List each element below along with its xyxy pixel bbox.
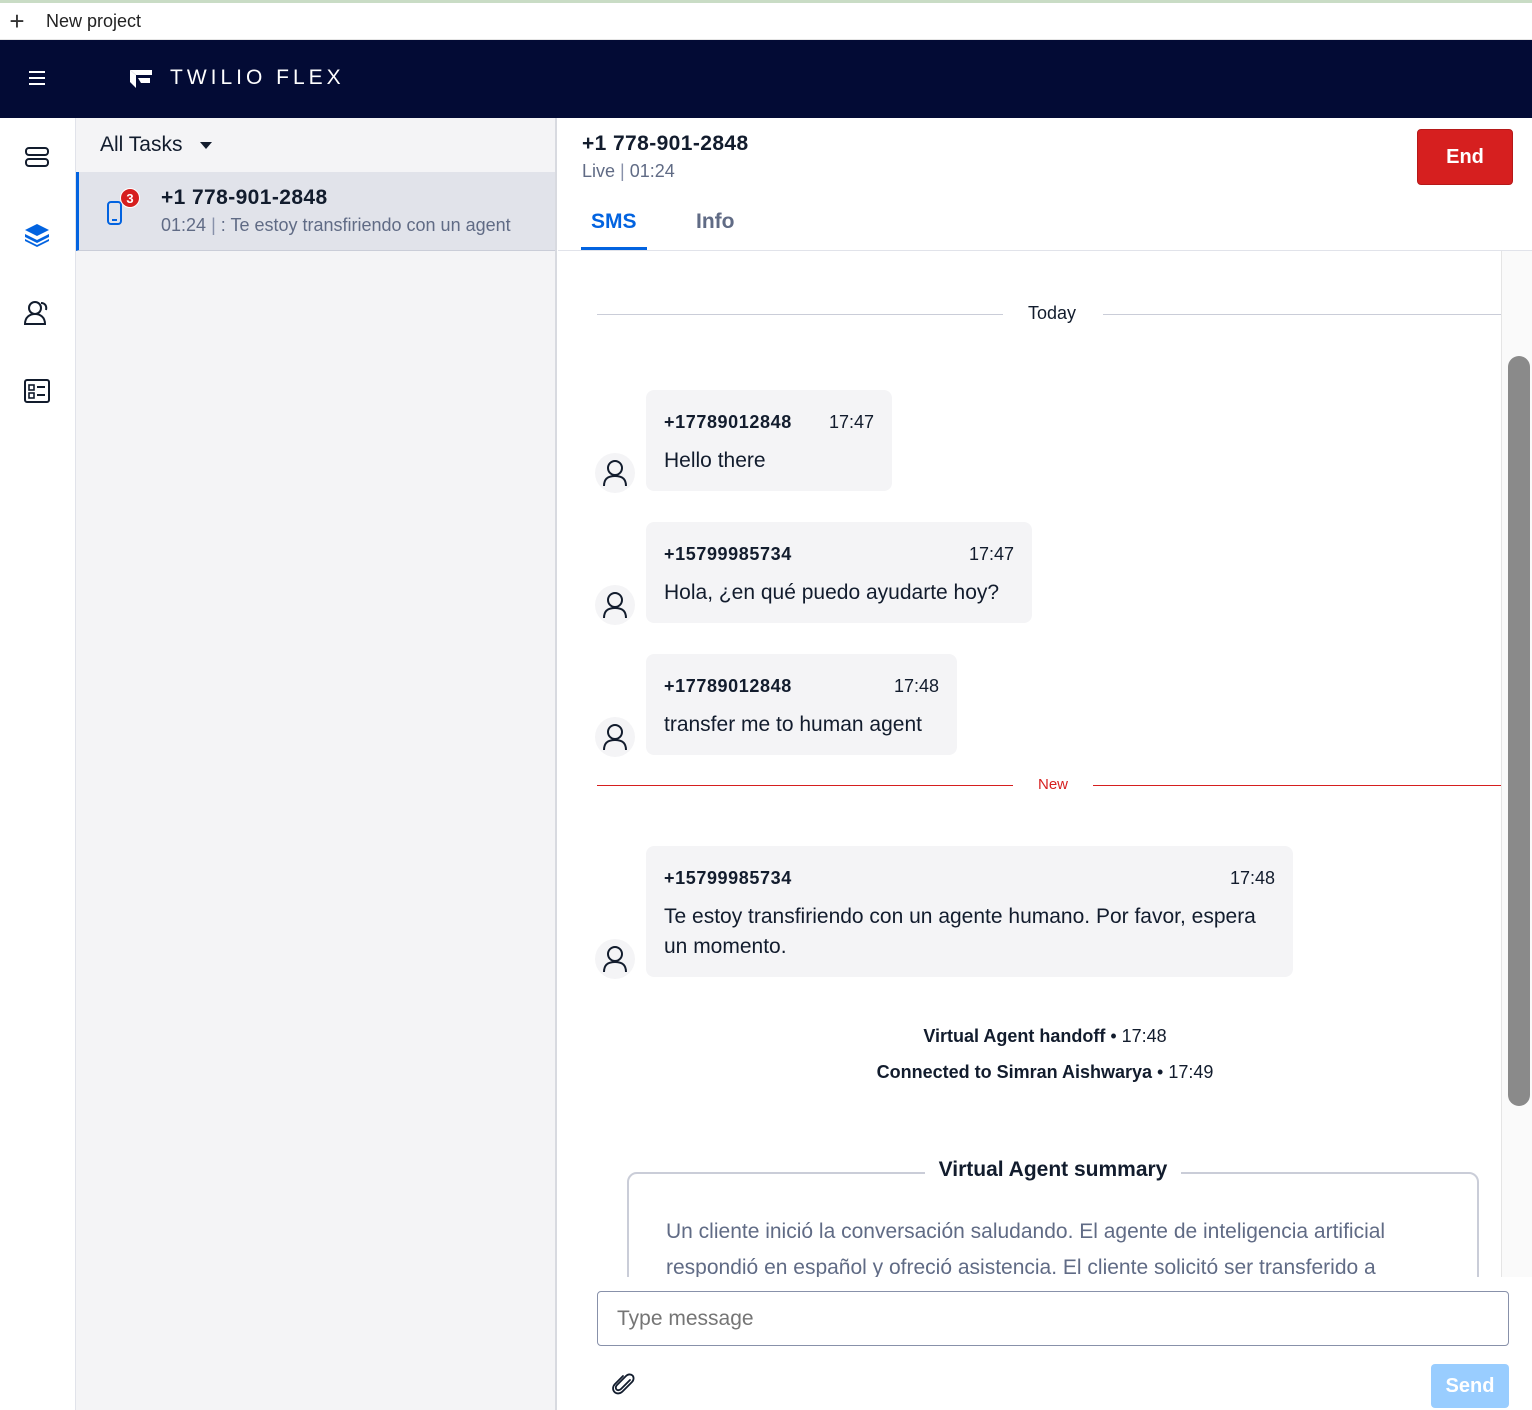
event-label: Virtual Agent handoff <box>923 1026 1106 1046</box>
event-time: 17:49 <box>1168 1062 1214 1082</box>
message-bubble: +17789012848 17:48 transfer me to human a… <box>646 654 957 755</box>
tasks-layers-icon[interactable] <box>22 220 52 250</box>
teams-icon[interactable] <box>22 298 52 328</box>
task-name: +1 778-901-2848 <box>161 186 328 209</box>
system-event: Connected to Simran Aishwarya • 17:49 <box>876 1062 1214 1082</box>
chevron-down-icon <box>200 141 213 149</box>
user-avatar-icon <box>595 939 635 979</box>
message-time: 17:47 <box>968 544 1014 564</box>
task-item[interactable]: 3 +1 778-901-2848 01:24 | : Te estoy tra… <box>76 172 555 251</box>
new-divider-line <box>597 785 1013 786</box>
message-sender: +15799985734 <box>664 544 792 564</box>
twilio-flex-logo-icon <box>130 70 152 88</box>
end-button[interactable]: End <box>1417 129 1513 185</box>
virtual-agent-summary-card: Virtual Agent summary Un cliente inició … <box>627 1158 1479 1277</box>
new-messages-label: New <box>1038 776 1069 793</box>
hamburger-menu-icon[interactable] <box>29 71 45 89</box>
task-filter-label: All Tasks <box>100 133 183 156</box>
message-input[interactable] <box>597 1291 1509 1346</box>
conversation-panel: +1 778-901-2848 Live | 01:24 End SMS Inf… <box>558 118 1532 1410</box>
task-time: 01:24 <box>161 215 207 235</box>
brand-name: TWILIO FLEX <box>170 66 345 89</box>
message-time: 17:47 <box>828 412 874 432</box>
event-time: 17:48 <box>1121 1026 1167 1046</box>
message-composer: Send <box>558 1277 1532 1410</box>
unread-count-badge: 3 <box>120 188 140 208</box>
new-divider-line <box>1093 785 1503 786</box>
summary-text: Un cliente inició la conversación saluda… <box>666 1220 1386 1277</box>
message-text: Hola, ¿en qué puedo ayudarte hoy? <box>664 581 1000 604</box>
message-bubble: +15799985734 17:47 Hola, ¿en qué puedo ay… <box>646 522 1032 623</box>
send-button[interactable]: Send <box>1431 1364 1509 1408</box>
divider-line <box>597 314 1003 315</box>
summary-title: Virtual Agent summary <box>924 1158 1182 1181</box>
task-preview: : Te estoy transfiriendo con un agent <box>220 215 511 235</box>
message-text: Te estoy transfiriendo con un agente hum… <box>664 905 1256 958</box>
plus-icon[interactable]: + <box>0 8 34 34</box>
message-time: 17:48 <box>893 676 939 696</box>
message-sender: +17789012848 <box>664 676 792 696</box>
tab-sms[interactable]: SMS <box>581 210 647 250</box>
call-timer: 01:24 <box>629 161 675 181</box>
scrollbar-thumb[interactable] <box>1508 356 1530 1106</box>
side-nav <box>0 118 76 1410</box>
status-label: Live <box>582 161 616 181</box>
message-text: transfer me to human agent <box>664 713 922 736</box>
conversation-status: Live | 01:24 <box>582 161 675 181</box>
user-avatar-icon <box>595 717 635 757</box>
message-text: Hello there <box>664 449 766 472</box>
task-filter-dropdown[interactable]: All Tasks <box>76 118 555 172</box>
agent-desktop-icon[interactable] <box>22 142 52 172</box>
conversation-title: +1 778-901-2848 <box>582 132 749 155</box>
conversation-tabs: SMS Info <box>558 202 1532 251</box>
message-bubble: +15799985734 17:48 Te estoy transfiriendo… <box>646 846 1293 977</box>
queue-stats-icon[interactable] <box>22 376 52 406</box>
task-subtitle: 01:24 | : Te estoy transfiriendo con un … <box>161 215 511 235</box>
date-divider-label: Today <box>1028 303 1077 323</box>
system-event: Virtual Agent handoff • 17:48 <box>923 1026 1167 1046</box>
message-bubble: +17789012848 17:47 Hello there <box>646 390 892 491</box>
attachment-paperclip-icon[interactable] <box>610 1371 638 1399</box>
message-sender: +17789012848 <box>664 412 792 432</box>
message-sender: +15799985734 <box>664 868 792 888</box>
user-avatar-icon <box>595 453 635 493</box>
tab-info[interactable]: Info <box>686 210 744 250</box>
top-strip: + New project <box>0 0 1532 40</box>
task-list-panel: All Tasks 3 +1 778-901-2848 01:24 | : Te… <box>76 118 557 1410</box>
new-project-label[interactable]: New project <box>46 11 141 32</box>
divider-line <box>1103 314 1503 315</box>
message-list: Today +17789012848 17:47 Hello there +157… <box>558 251 1532 1277</box>
app-header: TWILIO FLEX <box>0 40 1532 118</box>
user-avatar-icon <box>595 585 635 625</box>
message-time: 17:48 <box>1229 868 1275 888</box>
event-label: Connected to Simran Aishwarya <box>876 1062 1153 1082</box>
